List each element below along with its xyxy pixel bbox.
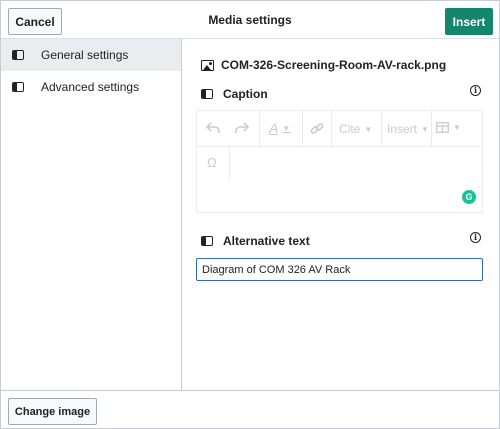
info-icon[interactable]: i bbox=[470, 232, 481, 243]
toolbar-separator bbox=[381, 111, 382, 146]
insert-button[interactable]: Insert bbox=[445, 8, 493, 35]
dialog-footer: Change image bbox=[1, 390, 499, 428]
image-icon bbox=[201, 59, 214, 71]
sidebar-item-label: Advanced settings bbox=[41, 80, 140, 94]
caption-heading: Caption bbox=[201, 87, 268, 101]
caption-editor[interactable]: A ▼ Cite ▼ Insert ▼ ▼ Ω bbox=[196, 110, 483, 213]
change-image-button[interactable]: Change image bbox=[8, 398, 97, 425]
alt-text-input[interactable] bbox=[196, 258, 483, 281]
dialog-header: Cancel Media settings Insert bbox=[1, 1, 499, 39]
alt-text-icon bbox=[201, 236, 213, 246]
insert-menu[interactable]: Insert ▼ bbox=[387, 122, 429, 136]
sidebar: General settings Advanced settings bbox=[1, 39, 182, 390]
toolbar-separator bbox=[331, 111, 332, 146]
alt-text-title: Alternative text bbox=[223, 234, 310, 248]
toolbar-separator bbox=[431, 111, 432, 146]
panel-icon bbox=[12, 82, 24, 92]
info-icon[interactable]: i bbox=[470, 85, 481, 96]
link-icon[interactable] bbox=[310, 122, 324, 136]
toolbar-row-divider bbox=[197, 146, 482, 147]
cite-menu[interactable]: Cite ▼ bbox=[339, 122, 372, 136]
main-panel: COM-326-Screening-Room-AV-rack.png Capti… bbox=[183, 39, 499, 390]
panel-icon bbox=[12, 50, 24, 60]
table-icon[interactable]: ▼ bbox=[436, 122, 461, 133]
filename-row: COM-326-Screening-Room-AV-rack.png bbox=[201, 58, 446, 72]
caption-toolbar: A ▼ Cite ▼ Insert ▼ ▼ Ω bbox=[197, 111, 482, 180]
text-style-icon[interactable]: A ▼ bbox=[269, 120, 290, 136]
sidebar-item-advanced-settings[interactable]: Advanced settings bbox=[1, 71, 181, 103]
toolbar-separator bbox=[302, 111, 303, 146]
special-character-icon[interactable]: Ω bbox=[207, 155, 217, 170]
dialog-title: Media settings bbox=[208, 13, 292, 27]
alt-text-heading: Alternative text bbox=[201, 234, 310, 248]
media-settings-dialog: Cancel Media settings Insert General set… bbox=[0, 0, 500, 429]
sidebar-item-label: General settings bbox=[41, 48, 129, 62]
caption-title: Caption bbox=[223, 87, 268, 101]
file-name: COM-326-Screening-Room-AV-rack.png bbox=[221, 58, 447, 72]
caption-icon bbox=[201, 89, 213, 99]
sidebar-item-general-settings[interactable]: General settings bbox=[1, 39, 181, 71]
grammarly-icon[interactable]: G bbox=[462, 190, 476, 204]
toolbar-separator bbox=[229, 147, 230, 180]
toolbar-separator bbox=[259, 111, 260, 146]
redo-icon[interactable] bbox=[235, 122, 249, 134]
undo-icon[interactable] bbox=[206, 122, 220, 134]
